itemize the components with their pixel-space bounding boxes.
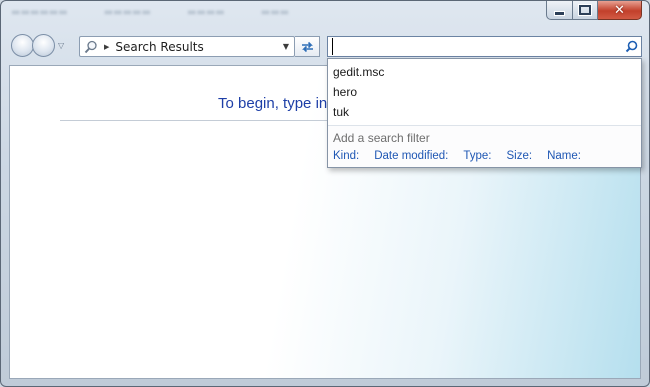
address-bar[interactable]: ▶ Search Results ▼: [79, 36, 295, 57]
navigation-buttons: ▽: [11, 34, 64, 57]
search-history-item[interactable]: hero: [328, 82, 641, 102]
refresh-button[interactable]: [295, 36, 320, 57]
blurred-menu-item: ▬▬▬▬: [186, 7, 225, 18]
back-button[interactable]: [11, 34, 34, 57]
close-icon: ✕: [614, 2, 625, 18]
empty-search-prompt: To begin, type in: [218, 95, 328, 112]
search-history-list: gedit.msc hero tuk: [328, 59, 641, 122]
forward-button[interactable]: [32, 34, 55, 57]
maximize-icon: [579, 5, 591, 15]
search-icon[interactable]: [621, 40, 641, 53]
blurred-menu-item: ▬▬▬▬▬: [103, 7, 151, 18]
minimize-icon: [554, 10, 565, 16]
refresh-icon: [301, 41, 313, 52]
filter-kind-link[interactable]: Kind:: [333, 150, 359, 162]
search-folder-icon: [82, 38, 100, 56]
blurred-menu-bar: ▬▬▬▬▬▬ ▬▬▬▬▬ ▬▬▬▬ ▬▬▬: [11, 7, 509, 21]
maximize-button[interactable]: [573, 1, 598, 20]
search-history-item[interactable]: tuk: [328, 102, 641, 122]
explorer-window: ▬▬▬▬▬▬ ▬▬▬▬▬ ▬▬▬▬ ▬▬▬ ✕ ▽ ▶ Search Resul…: [0, 0, 650, 387]
filter-date-modified-link[interactable]: Date modified:: [374, 150, 448, 162]
search-filter-links: Kind: Date modified: Type: Size: Name:: [328, 145, 641, 162]
recent-pages-dropdown[interactable]: ▽: [58, 41, 64, 50]
caption-buttons: ✕: [546, 1, 642, 20]
search-history-item[interactable]: gedit.msc: [328, 62, 641, 82]
search-input[interactable]: [332, 38, 621, 55]
search-box[interactable]: [327, 36, 642, 57]
minimize-button[interactable]: [546, 1, 573, 20]
address-dropdown-icon[interactable]: ▼: [283, 42, 289, 51]
search-suggestions-popup: gedit.msc hero tuk Add a search filter K…: [327, 58, 642, 168]
filter-size-link[interactable]: Size:: [507, 150, 533, 162]
blurred-menu-item: ▬▬▬: [260, 7, 290, 18]
filter-name-link[interactable]: Name:: [547, 150, 581, 162]
filter-type-link[interactable]: Type:: [463, 150, 491, 162]
search-filter-area: Add a search filter Kind: Date modified:…: [328, 125, 641, 167]
close-button[interactable]: ✕: [598, 1, 642, 20]
search-filter-heading: Add a search filter: [333, 131, 430, 145]
breadcrumb-arrow-icon[interactable]: ▶: [104, 43, 109, 51]
address-location[interactable]: Search Results: [115, 40, 282, 54]
blurred-menu-item: ▬▬▬▬▬▬: [11, 7, 68, 18]
